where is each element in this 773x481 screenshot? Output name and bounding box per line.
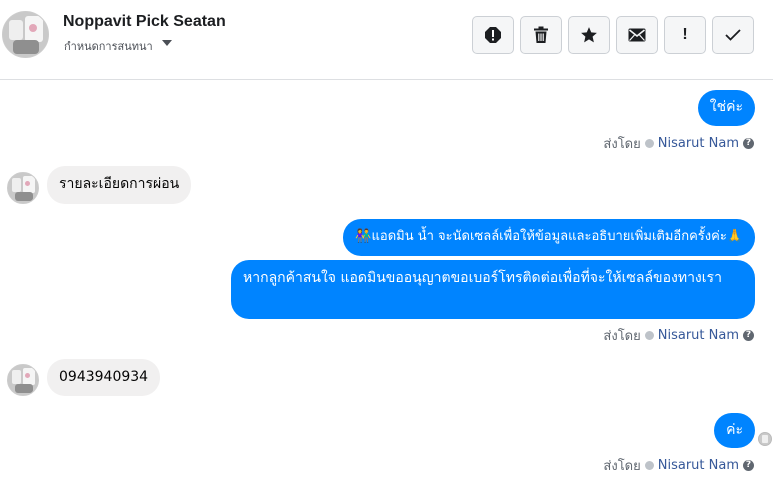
star-button[interactable] [568, 16, 610, 54]
contact-name[interactable]: Noppavit Pick Seatan [63, 13, 226, 31]
sent-by-prefix: ส่งโดย [603, 459, 641, 474]
sent-by-label: ส่งโดย Nisarut Nam ? [603, 133, 754, 154]
agent-name-link[interactable]: Nisarut Nam [658, 458, 739, 473]
agent-name-link[interactable]: Nisarut Nam [658, 328, 739, 343]
help-icon[interactable]: ? [743, 460, 754, 471]
delete-button[interactable] [520, 16, 562, 54]
conversation-schedule-label[interactable]: กำหนดการสนทนา [64, 37, 153, 55]
check-circle-icon [644, 461, 654, 470]
mark-unread-button[interactable] [616, 16, 658, 54]
conversation-header: Noppavit Pick Seatan กำหนดการสนทนา ! [0, 0, 773, 80]
follow-up-button[interactable]: ! [664, 16, 706, 54]
mark-spam-button[interactable] [472, 16, 514, 54]
message-bubble-outgoing[interactable]: หากลูกค้าสนใจ แอดมินขออนุญาตขอเบอร์โทรติ… [231, 260, 755, 319]
sent-by-prefix: ส่งโดย [603, 329, 641, 344]
message-bubble-outgoing[interactable]: ใช่ค่ะ [697, 90, 755, 126]
check-circle-icon [644, 139, 654, 148]
alert-circle-icon [485, 27, 501, 43]
message-bubble-incoming[interactable]: รายละเอียดการผ่อน [47, 166, 192, 204]
checkmark-icon [725, 29, 741, 41]
check-circle-icon [644, 331, 654, 340]
mark-done-button[interactable] [712, 16, 754, 54]
sent-by-label: ส่งโดย Nisarut Nam ? [603, 455, 754, 476]
sent-by-label: ส่งโดย Nisarut Nam ? [603, 325, 754, 346]
help-icon[interactable]: ? [743, 138, 754, 149]
trash-icon [534, 26, 548, 43]
exclamation-icon: ! [682, 26, 688, 43]
agent-name-link[interactable]: Nisarut Nam [658, 136, 739, 151]
star-icon [581, 27, 597, 43]
read-receipt-avatar [758, 432, 772, 446]
envelope-icon [628, 28, 646, 42]
help-icon[interactable]: ? [743, 330, 754, 341]
message-bubble-outgoing[interactable]: 👫แอดมิน น้ำ จะนัดเซลล์เพื่อให้ข้อมูลและอ… [343, 219, 755, 256]
contact-avatar[interactable] [2, 11, 49, 58]
message-bubble-outgoing[interactable]: ค่ะ [714, 413, 755, 448]
message-bubble-incoming[interactable]: 0943940934 [47, 359, 161, 396]
sent-by-prefix: ส่งโดย [603, 137, 641, 152]
chevron-down-icon[interactable] [162, 40, 172, 46]
sender-avatar[interactable] [7, 364, 39, 396]
conversation-view: Noppavit Pick Seatan กำหนดการสนทนา ! ใช่… [0, 0, 773, 481]
sender-avatar[interactable] [7, 172, 39, 204]
